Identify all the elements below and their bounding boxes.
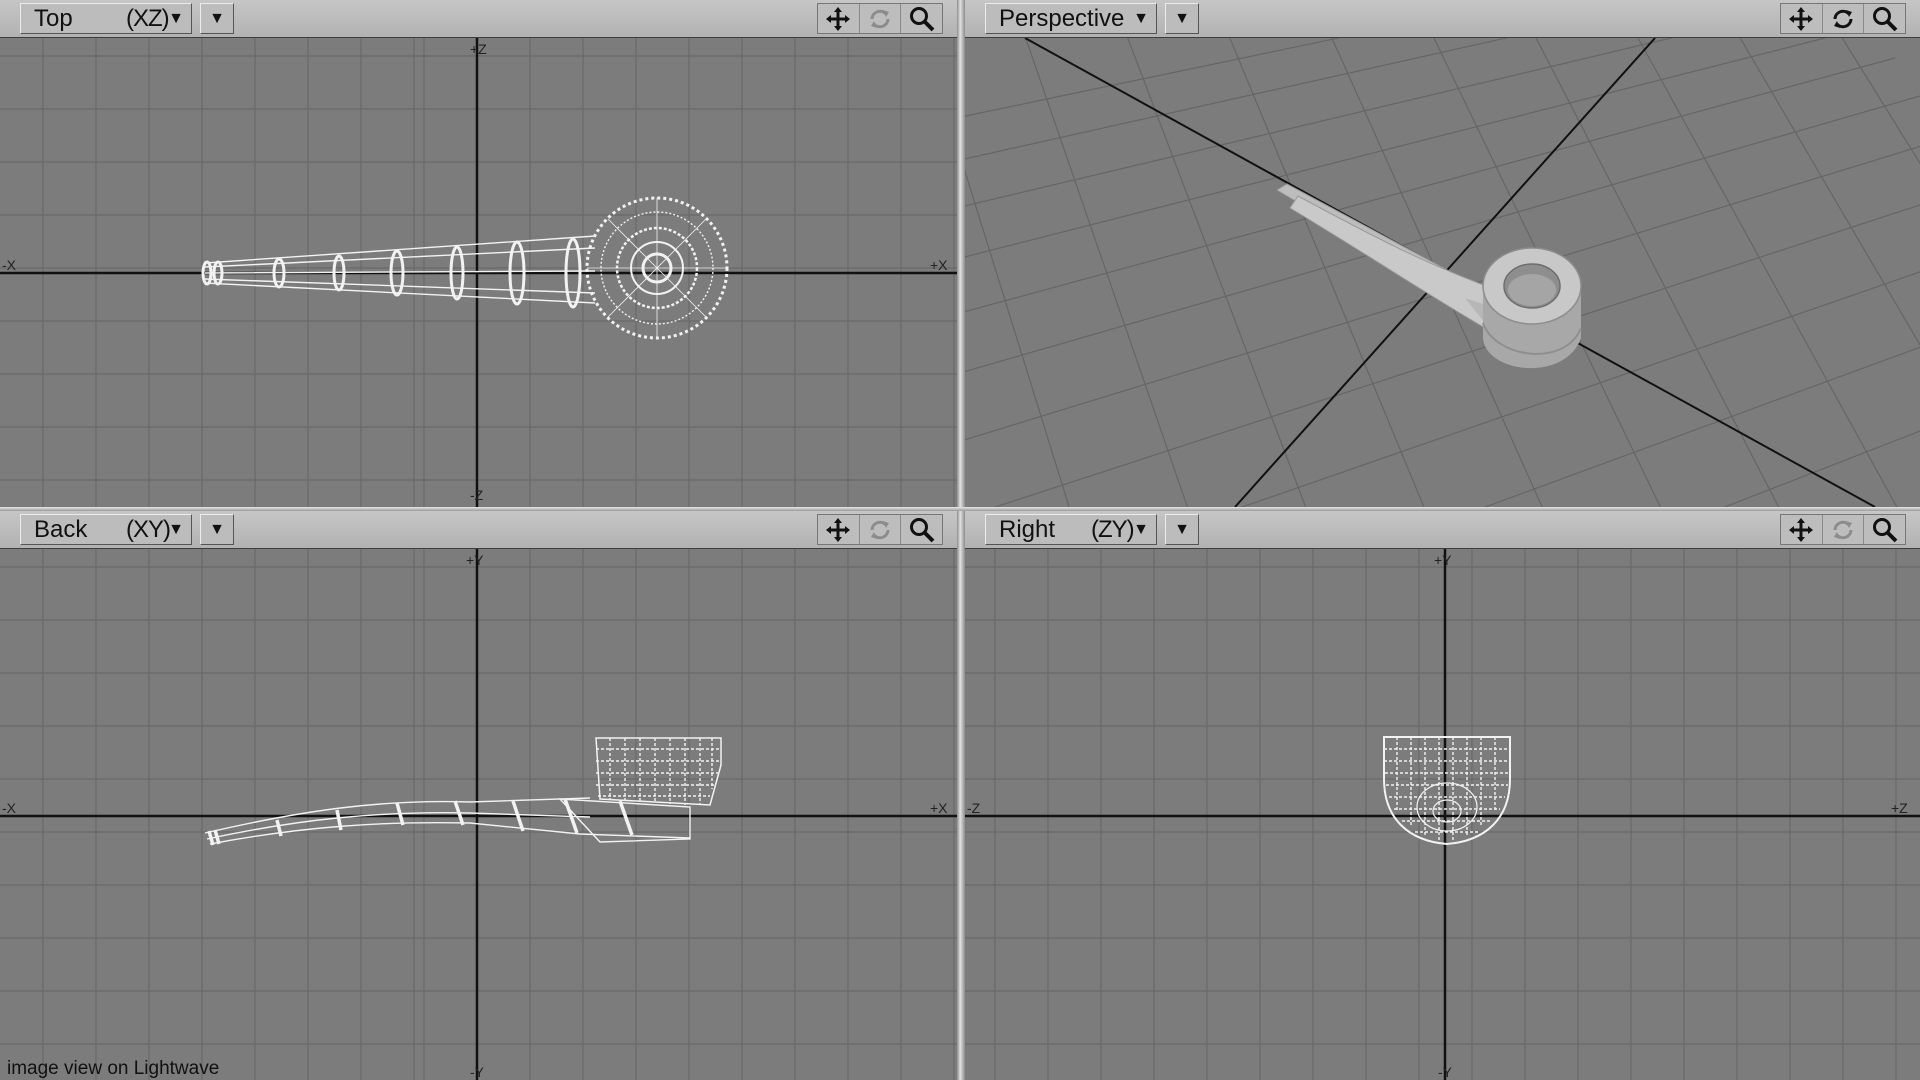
chevron-down-icon: ▼ — [1174, 521, 1190, 538]
viewport-canvas[interactable]: +Y -Y -Z +Z — [965, 549, 1920, 1080]
viewport-tools — [1780, 3, 1906, 34]
viewport-perspective[interactable]: Perspective ▼ ▼ — [965, 0, 1920, 507]
rotate-icon[interactable] — [1823, 4, 1865, 33]
viewport-header: Perspective ▼ ▼ — [965, 0, 1920, 38]
viewport-header: Back (XY) ▼ ▼ — [0, 511, 957, 549]
viewport-canvas[interactable] — [965, 38, 1920, 507]
pipe-wireframe — [204, 737, 722, 846]
axis-label: -Z — [967, 800, 981, 816]
viewport-right[interactable]: Right (ZY) ▼ ▼ +Y -Y -Z +Z — [965, 511, 1920, 1080]
viewport-canvas[interactable]: +Z -Z -X +X — [0, 38, 957, 507]
axis-label: -Y — [1438, 1064, 1453, 1080]
viewport-back[interactable]: Back (XY) ▼ ▼ +Y -Y -X +X — [0, 511, 957, 1080]
view-type-dropdown[interactable]: Top (XZ) ▼ — [20, 3, 192, 34]
move-icon[interactable] — [818, 515, 860, 544]
viewport-menu-button[interactable]: ▼ — [200, 3, 234, 34]
pipe-wireframe — [1383, 736, 1511, 846]
pipe-rendered — [1276, 183, 1582, 369]
view-name: Back — [34, 516, 88, 543]
axis-label: -Z — [470, 487, 484, 503]
move-icon[interactable] — [1781, 4, 1823, 33]
axis-label: +Y — [1434, 552, 1452, 568]
chevron-down-icon: ▼ — [168, 10, 184, 27]
view-name: Top — [34, 5, 73, 32]
chevron-down-icon: ▼ — [1174, 10, 1190, 27]
chevron-down-icon: ▼ — [209, 10, 225, 27]
viewport-tools — [817, 3, 943, 34]
rotate-icon[interactable] — [1823, 515, 1865, 544]
zoom-icon[interactable] — [1864, 4, 1905, 33]
caption: image view on Lightwave — [7, 1058, 220, 1079]
axis-label: +Z — [470, 41, 487, 57]
axis-label: +Z — [1891, 800, 1908, 816]
axis-label: +X — [930, 257, 948, 273]
view-axes: (XY) — [126, 516, 171, 543]
viewport-header: Right (ZY) ▼ ▼ — [965, 511, 1920, 549]
chevron-down-icon: ▼ — [1133, 10, 1149, 27]
chevron-down-icon: ▼ — [209, 521, 225, 538]
viewport-tools — [1780, 514, 1906, 545]
viewport-canvas[interactable]: +Y -Y -X +X — [0, 549, 957, 1080]
zoom-icon[interactable] — [1864, 515, 1905, 544]
zoom-icon[interactable] — [901, 4, 942, 33]
axis-label: +Y — [466, 552, 484, 568]
zoom-icon[interactable] — [901, 515, 942, 544]
vertical-splitter[interactable] — [957, 0, 965, 1080]
axis-label: -X — [2, 800, 17, 816]
view-type-dropdown[interactable]: Back (XY) ▼ — [20, 514, 192, 545]
viewport-tools — [817, 514, 943, 545]
viewport-menu-button[interactable]: ▼ — [1165, 3, 1199, 34]
rotate-icon[interactable] — [860, 515, 902, 544]
rotate-icon[interactable] — [860, 4, 902, 33]
chevron-down-icon: ▼ — [1133, 521, 1149, 538]
move-icon[interactable] — [818, 4, 860, 33]
move-icon[interactable] — [1781, 515, 1823, 544]
axis-label: -X — [2, 257, 17, 273]
axis-label: +X — [930, 800, 948, 816]
view-type-dropdown[interactable]: Right (ZY) ▼ — [985, 514, 1157, 545]
view-axes: (XZ) — [126, 5, 170, 32]
viewport-header: Top (XZ) ▼ ▼ — [0, 0, 957, 38]
viewport-menu-button[interactable]: ▼ — [200, 514, 234, 545]
axis-label: -Y — [470, 1064, 485, 1080]
chevron-down-icon: ▼ — [168, 521, 184, 538]
view-name: Perspective — [999, 5, 1125, 32]
view-type-dropdown[interactable]: Perspective ▼ — [985, 3, 1157, 34]
view-name: Right — [999, 516, 1056, 543]
viewport-top[interactable]: Top (XZ) ▼ ▼ +Z -Z -X +X — [0, 0, 957, 507]
view-axes: (ZY) — [1091, 516, 1135, 543]
viewport-menu-button[interactable]: ▼ — [1165, 514, 1199, 545]
